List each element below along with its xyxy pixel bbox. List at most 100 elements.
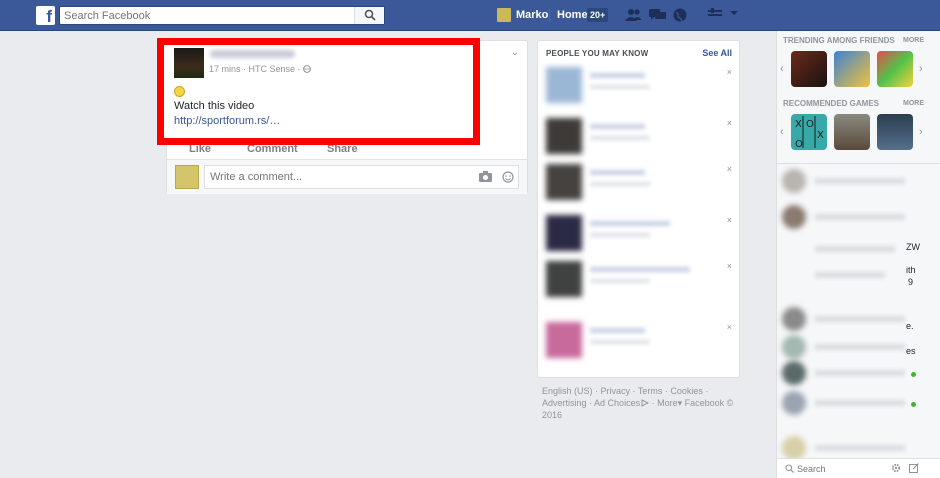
home-link[interactable]: Home [557, 9, 588, 21]
game-thumbnail[interactable]: XOXO [791, 114, 827, 150]
account-menu-chevron-down-icon[interactable] [729, 9, 745, 23]
privacy-shortcuts-icon[interactable] [708, 8, 724, 22]
pymk-mutual-blurred [590, 85, 650, 89]
pymk-suggestion[interactable]: × [538, 215, 739, 265]
home-notification-badge: 20+ [587, 8, 609, 22]
game-thumbnail[interactable] [877, 51, 913, 87]
dismiss-suggestion-button[interactable]: × [727, 164, 732, 174]
clipped-text-fragment: 9 [908, 277, 914, 287]
pymk-avatar[interactable] [546, 67, 582, 103]
see-all-link[interactable]: See All [702, 48, 732, 58]
chat-settings-gear-icon[interactable] [891, 463, 901, 473]
game-thumbnail[interactable] [791, 51, 827, 87]
svg-text:O: O [806, 119, 814, 130]
pymk-avatar[interactable] [546, 322, 582, 358]
dismiss-suggestion-button[interactable]: × [727, 215, 732, 225]
footer-link-cookies[interactable]: Cookies [670, 386, 703, 396]
globe-icon [303, 65, 311, 73]
pymk-name-blurred[interactable] [590, 170, 645, 175]
new-message-icon[interactable] [909, 463, 919, 473]
pymk-name-blurred[interactable] [590, 221, 670, 226]
trending-more-link[interactable]: MORE [903, 37, 924, 44]
pymk-name-blurred[interactable] [590, 328, 645, 333]
ticker-item[interactable] [777, 169, 940, 195]
pymk-suggestion[interactable]: × [538, 164, 739, 214]
highlighted-post-header: 17 mins · HTC Sense · Watch this video h… [157, 38, 480, 145]
pymk-avatar[interactable] [546, 261, 582, 297]
ticker-item[interactable] [777, 205, 940, 231]
contact-name-blurred[interactable] [815, 445, 905, 451]
clipped-text-fragment: ith [906, 265, 916, 275]
svg-text:O: O [795, 139, 803, 150]
post-options-chevron-icon[interactable]: ⌄ [511, 47, 519, 58]
pymk-suggestion[interactable]: × [538, 118, 739, 168]
notifications-globe-icon[interactable] [673, 8, 689, 22]
pymk-suggestion[interactable]: × [538, 67, 739, 117]
chat-search-input[interactable] [797, 462, 897, 476]
friend-requests-icon[interactable] [625, 8, 642, 22]
footer-link-language[interactable]: English (US) [542, 386, 593, 396]
user-avatar[interactable] [497, 8, 511, 22]
chat-avatar[interactable] [782, 436, 806, 460]
pymk-name-blurred[interactable] [590, 124, 645, 129]
chat-contact[interactable] [777, 391, 940, 417]
chat-avatar[interactable] [782, 361, 806, 385]
pymk-name-blurred[interactable] [590, 267, 690, 272]
contact-name-blurred[interactable] [815, 370, 905, 376]
contact-name-blurred[interactable] [815, 344, 905, 350]
post-link[interactable]: http://sportforum.rs/… [174, 115, 280, 127]
ticker-item[interactable] [777, 263, 940, 289]
footer-link-more[interactable]: More [657, 398, 678, 408]
trending-prev-arrow-icon[interactable]: ‹ [780, 63, 784, 75]
chat-contact[interactable] [777, 307, 940, 333]
recommended-next-arrow-icon[interactable]: › [919, 126, 923, 138]
search-input[interactable] [60, 7, 356, 24]
svg-text:X: X [817, 130, 824, 141]
chat-avatar[interactable] [782, 205, 806, 229]
dismiss-suggestion-button[interactable]: × [727, 261, 732, 271]
search-button[interactable] [354, 7, 384, 24]
pymk-mutual-blurred [590, 182, 650, 186]
emoji-icon[interactable] [502, 171, 514, 183]
pymk-avatar[interactable] [546, 164, 582, 200]
chat-avatar[interactable] [782, 391, 806, 415]
contact-name-blurred[interactable] [815, 316, 905, 322]
game-thumbnail[interactable] [877, 114, 913, 150]
pymk-suggestion[interactable]: × [538, 261, 739, 311]
contact-name-blurred[interactable] [815, 400, 905, 406]
nav-divider [549, 9, 550, 22]
pymk-name-blurred[interactable] [590, 73, 645, 78]
pymk-mutual-blurred [590, 279, 650, 283]
chat-contact[interactable] [777, 361, 940, 387]
game-thumbnail[interactable] [834, 51, 870, 87]
chat-avatar[interactable] [782, 169, 806, 193]
ticker-text-blurred [815, 246, 895, 252]
game-thumbnail[interactable] [834, 114, 870, 150]
facebook-logo-icon[interactable]: f [36, 6, 55, 25]
pymk-avatar[interactable] [546, 118, 582, 154]
commenter-avatar [175, 165, 199, 189]
dismiss-suggestion-button[interactable]: × [727, 67, 732, 77]
footer-link-privacy[interactable]: Privacy [601, 386, 631, 396]
trending-next-arrow-icon[interactable]: › [919, 63, 923, 75]
recommended-prev-arrow-icon[interactable]: ‹ [780, 126, 784, 138]
post-text: Watch this video [174, 100, 255, 112]
messages-icon[interactable] [649, 8, 666, 22]
pymk-suggestion[interactable]: × [538, 322, 739, 372]
chat-avatar[interactable] [782, 335, 806, 359]
dismiss-suggestion-button[interactable]: × [727, 118, 732, 128]
dismiss-suggestion-button[interactable]: × [727, 322, 732, 332]
poster-name-blurred[interactable] [210, 50, 295, 58]
comment-input[interactable] [205, 166, 465, 188]
user-name-link[interactable]: Marko [516, 9, 548, 21]
right-sidebar: TRENDING AMONG FRIENDS MORE ‹ › RECOMMEN… [776, 31, 940, 478]
poster-avatar[interactable] [174, 48, 204, 78]
footer-link-advertising[interactable]: Advertising [542, 398, 587, 408]
camera-icon[interactable] [479, 171, 492, 182]
svg-text:X: X [795, 119, 802, 130]
pymk-avatar[interactable] [546, 215, 582, 251]
chat-avatar[interactable] [782, 307, 806, 331]
footer-link-ad-choices[interactable]: Ad Choices [594, 398, 640, 408]
recommended-more-link[interactable]: MORE [903, 100, 924, 107]
footer-link-terms[interactable]: Terms [638, 386, 663, 396]
